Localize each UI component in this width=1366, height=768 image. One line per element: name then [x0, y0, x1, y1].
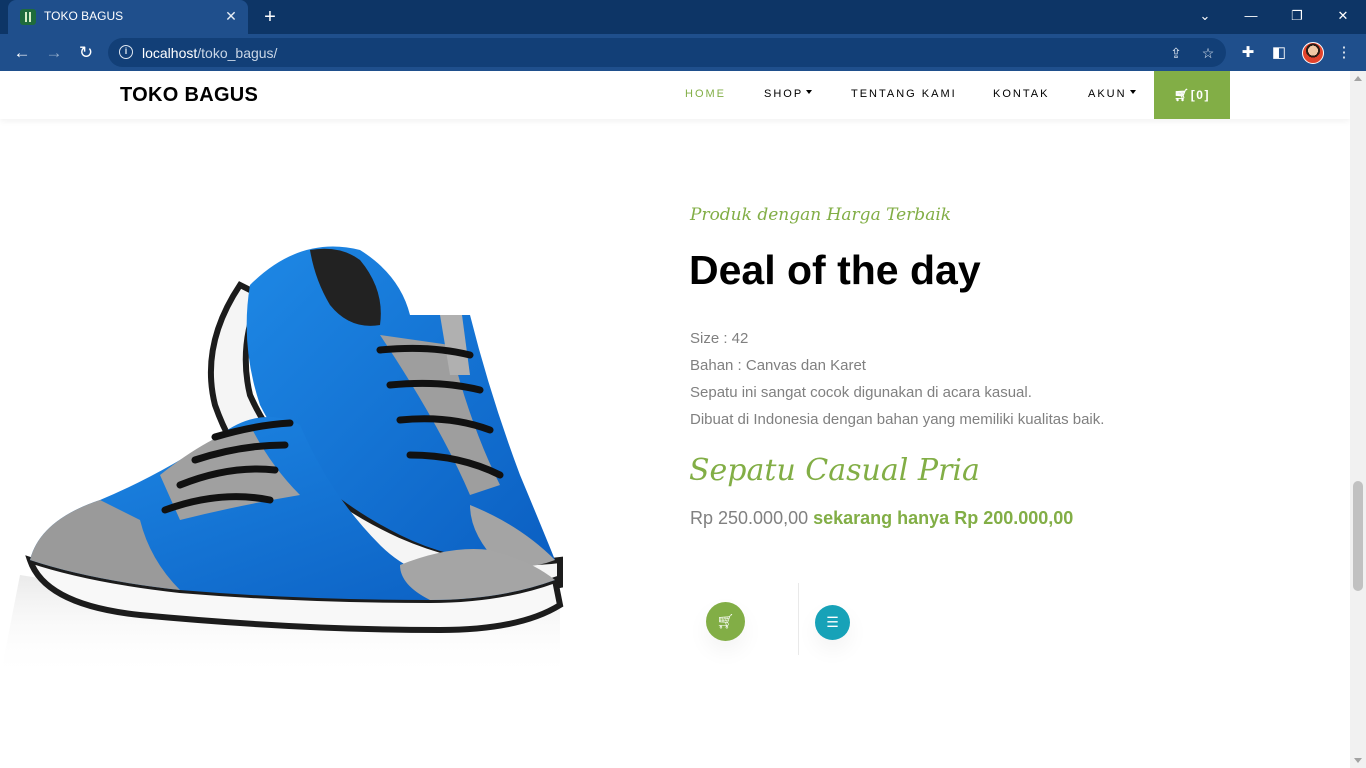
site-navbar: TOKO BAGUS HOME SHOP TENTANG KAMI KONTAK… [0, 71, 1350, 119]
site-brand[interactable]: TOKO BAGUS [120, 84, 258, 107]
scroll-down-icon[interactable] [1354, 758, 1362, 763]
divider [798, 583, 799, 655]
share-icon[interactable]: ⇪ [1167, 44, 1185, 62]
nav-kontak[interactable]: KONTAK [993, 88, 1049, 100]
bookmark-star-icon[interactable]: ☆ [1199, 44, 1217, 62]
nav-shop[interactable]: SHOP [764, 88, 813, 100]
site-info-icon[interactable]: i [119, 45, 133, 59]
product-name: Sepatu Casual Pria [689, 453, 980, 488]
dropdown-caret-icon [806, 90, 813, 94]
nav-akun-label: AKUN [1088, 88, 1127, 100]
blue-sneakers-image [0, 246, 564, 678]
browser-titlebar: TOKO BAGUS ✕ + ⌄ — ❐ ✕ [0, 0, 1366, 34]
deal-subheading: Produk dengan Harga Terbaik [690, 205, 952, 225]
old-price: Rp 250.000,00 [690, 508, 809, 528]
dropdown-caret-icon [1129, 90, 1136, 94]
minimize-icon[interactable]: — [1236, 4, 1266, 28]
tab-title: TOKO BAGUS [44, 9, 124, 23]
url-text[interactable]: localhost/toko_bagus/ [142, 45, 277, 61]
add-to-cart-button[interactable]: 🛒︎ [706, 602, 745, 641]
menu-icon: ☰ [826, 614, 839, 630]
product-image [0, 175, 600, 678]
address-bar[interactable]: i localhost/toko_bagus/ ⇪ ☆ [108, 38, 1226, 67]
close-tab-icon[interactable]: ✕ [222, 7, 240, 25]
page-viewport: TOKO BAGUS HOME SHOP TENTANG KAMI KONTAK… [0, 71, 1350, 768]
tab-search-icon[interactable]: ⌄ [1190, 4, 1220, 28]
url-path: /toko_bagus/ [197, 45, 278, 61]
sale-price: sekarang hanya Rp 200.000,00 [813, 508, 1074, 528]
cart-icon: 🛒︎ [1174, 88, 1191, 102]
url-host: localhost [142, 45, 198, 61]
price-line: Rp 250.000,00 sekarang hanya Rp 200.000,… [690, 508, 1073, 529]
favicon-icon [20, 9, 36, 25]
new-tab-button[interactable]: + [258, 5, 282, 29]
desc-line-material: Bahan : Canvas dan Karet [690, 357, 866, 374]
browser-toolbar: ← → ↻ i localhost/toko_bagus/ ⇪ ☆ ✚ ◧ ⋮ [0, 34, 1366, 71]
profile-avatar[interactable] [1302, 42, 1324, 64]
scrollbar-thumb[interactable] [1353, 481, 1363, 591]
cart-icon: 🛒︎ [716, 613, 735, 629]
nav-home[interactable]: HOME [685, 88, 726, 100]
nav-shop-label: SHOP [764, 88, 804, 100]
reload-icon[interactable]: ↻ [73, 40, 99, 66]
side-panel-icon[interactable]: ◧ [1269, 43, 1289, 63]
desc-line-origin: Dibuat di Indonesia dengan bahan yang me… [690, 411, 1105, 428]
cart-button[interactable]: 🛒︎[0] [1154, 71, 1230, 119]
nav-tentang-kami[interactable]: TENTANG KAMI [851, 88, 957, 100]
restore-icon[interactable]: ❐ [1282, 4, 1312, 28]
more-menu-icon[interactable]: ⋮ [1334, 43, 1354, 63]
nav-akun[interactable]: AKUN [1088, 88, 1136, 100]
extensions-icon[interactable]: ✚ [1238, 43, 1258, 63]
page-scrollbar[interactable] [1350, 71, 1366, 768]
cart-count: [0] [1190, 88, 1210, 102]
back-icon[interactable]: ← [9, 40, 35, 66]
close-window-icon[interactable]: ✕ [1328, 4, 1358, 28]
deal-title: Deal of the day [689, 247, 981, 293]
desc-line-size: Size : 42 [690, 330, 749, 347]
desc-line-use: Sepatu ini sangat cocok digunakan di aca… [690, 384, 1032, 401]
forward-icon[interactable]: → [41, 40, 67, 66]
detail-button[interactable]: ☰ [815, 605, 850, 640]
browser-tab[interactable]: TOKO BAGUS ✕ [8, 0, 248, 34]
scroll-up-icon[interactable] [1354, 76, 1362, 81]
